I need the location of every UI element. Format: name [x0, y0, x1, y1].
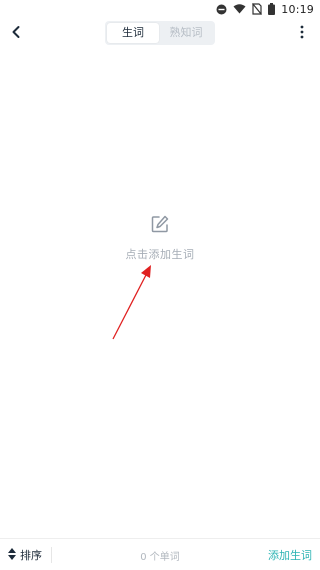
- status-icons: 10:19: [216, 2, 314, 16]
- empty-state-text: 点击添加生词: [125, 248, 195, 261]
- more-vertical-icon: [300, 24, 304, 43]
- more-options-button[interactable]: [294, 24, 310, 42]
- add-word-button[interactable]: 添加生词: [268, 547, 312, 563]
- tab-switcher: 生词 熟知词: [105, 21, 215, 45]
- status-time: 10:19: [281, 2, 314, 16]
- do-not-disturb-icon: [216, 4, 227, 15]
- battery-icon: [268, 3, 276, 15]
- no-sim-icon: [252, 3, 263, 15]
- back-button[interactable]: [6, 22, 26, 44]
- status-bar: 10:19: [0, 0, 320, 18]
- bottom-bar: 排序 0 个单词 添加生词: [0, 538, 320, 570]
- nav-bar: 生词 熟知词: [0, 18, 320, 48]
- tab-new-words[interactable]: 生词: [107, 23, 159, 43]
- edit-icon: [150, 214, 170, 234]
- wifi-icon: [233, 4, 246, 14]
- tab-known-words[interactable]: 熟知词: [159, 23, 213, 43]
- empty-state-add-word[interactable]: 点击添加生词: [0, 214, 320, 262]
- chevron-left-icon: [11, 24, 21, 43]
- annotation-arrow: [112, 265, 151, 340]
